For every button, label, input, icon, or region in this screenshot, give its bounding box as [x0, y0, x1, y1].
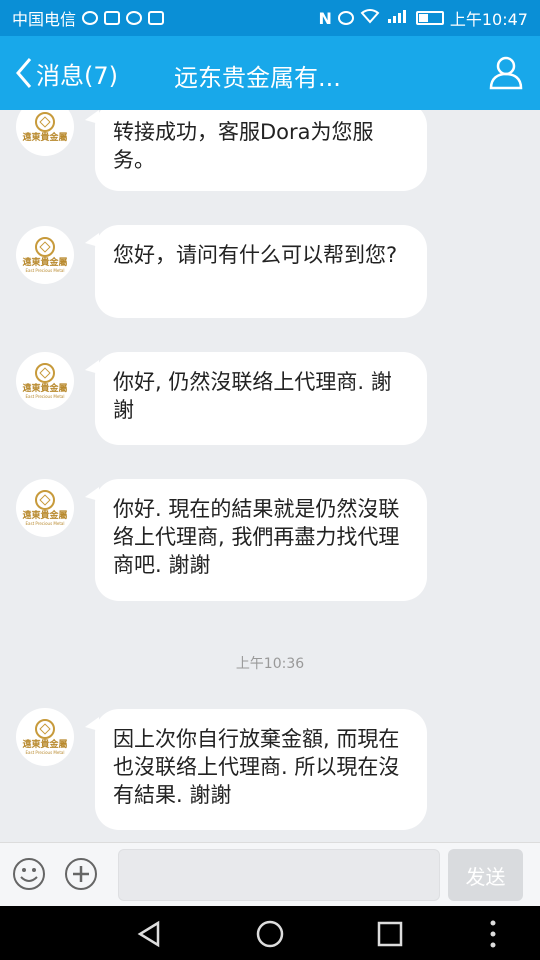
- avatar-logo-sub: East Precious Metal: [25, 394, 65, 399]
- message-timestamp: 上午10:36: [235, 656, 305, 672]
- notification-icon: [82, 11, 99, 25]
- chevron-left-icon: [16, 58, 32, 88]
- avatar-logo-text: 遠東貴金屬: [22, 384, 68, 394]
- avatar[interactable]: 遠東貴金屬 East Precious Metal: [16, 479, 74, 537]
- alarm-icon: [337, 11, 354, 25]
- message-notification-icon: [148, 11, 165, 25]
- send-button[interactable]: 发送: [448, 849, 523, 901]
- avatar-logo-sub: East Precious Metal: [25, 268, 65, 273]
- message-bubble[interactable]: 您好，请问有什么可以帮到您?: [85, 225, 427, 318]
- plus-icon[interactable]: [64, 857, 98, 891]
- back-nav-icon[interactable]: [134, 919, 164, 949]
- avatar[interactable]: 遠東貴金屬: [16, 110, 74, 156]
- message-text: 转接成功，客服Dora为您服务。: [113, 120, 374, 172]
- status-time: 上午10:47: [449, 10, 528, 29]
- company-logo-icon: [35, 363, 55, 383]
- message-input[interactable]: [118, 849, 440, 901]
- avatar-logo-text: 遠東貴金屬: [22, 132, 68, 143]
- recents-nav-icon[interactable]: [375, 919, 405, 949]
- avatar[interactable]: 遠東貴金屬 East Precious Metal: [16, 226, 74, 284]
- input-bar: 发送: [0, 842, 540, 906]
- emoji-icon[interactable]: [12, 857, 46, 891]
- wifi-icon: [360, 8, 380, 28]
- sync-icon: [126, 11, 143, 25]
- signal-icon: [386, 8, 410, 28]
- app-notification-icon: [104, 11, 121, 25]
- message-text: 你好. 現在的結果就是仍然沒联络上代理商, 我們再盡力找代理商吧. 謝謝: [113, 497, 400, 577]
- message-bubble[interactable]: 你好, 仍然沒联络上代理商. 謝謝: [85, 352, 427, 445]
- message-bubble[interactable]: 你好. 現在的結果就是仍然沒联络上代理商, 我們再盡力找代理商吧. 謝謝: [85, 479, 427, 601]
- status-bar: 中国电信 N 上午10:47: [0, 0, 540, 36]
- back-button-label: 消息(7): [36, 61, 118, 90]
- message-bubble[interactable]: 转接成功，客服Dora为您服务。: [85, 110, 427, 191]
- message-text: 因上次你自行放棄金額, 而現在也沒联络上代理商. 所以現在沒有結果. 謝謝: [113, 727, 400, 807]
- profile-icon[interactable]: [488, 54, 524, 90]
- chat-area[interactable]: 遠東貴金屬 转接成功，客服Dora为您服务。 遠東貴金屬 East Precio…: [0, 110, 540, 842]
- avatar-logo-sub: East Precious Metal: [25, 521, 65, 526]
- company-logo-icon: [35, 719, 55, 739]
- company-logo-icon: [35, 490, 55, 510]
- avatar-logo-text: 遠東貴金屬: [22, 740, 68, 750]
- message-text: 你好, 仍然沒联络上代理商. 謝謝: [113, 370, 392, 422]
- back-button[interactable]: 消息(7): [14, 56, 118, 91]
- page-title: 远东贵金属有...: [174, 64, 341, 92]
- message-bubble[interactable]: 因上次你自行放棄金額, 而現在也沒联络上代理商. 所以現在沒有結果. 謝謝: [85, 709, 427, 830]
- avatar-logo-sub: East Precious Metal: [25, 750, 65, 755]
- avatar-logo-text: 遠東貴金屬: [22, 511, 68, 521]
- title-bar: 消息(7) 远东贵金属有...: [0, 36, 540, 110]
- more-vertical-icon[interactable]: [483, 919, 503, 949]
- avatar[interactable]: 遠東貴金屬 East Precious Metal: [16, 708, 74, 766]
- home-nav-icon[interactable]: [255, 919, 285, 949]
- navigation-bar: [0, 906, 540, 960]
- company-logo-icon: [35, 237, 55, 257]
- avatar-logo-text: 遠東貴金屬: [22, 258, 68, 268]
- carrier-label: 中国电信: [12, 10, 77, 29]
- avatar[interactable]: 遠東貴金屬 East Precious Metal: [16, 352, 74, 410]
- battery-icon: [415, 11, 444, 25]
- nfc-icon: N: [318, 8, 332, 28]
- message-text: 您好，请问有什么可以帮到您?: [113, 243, 398, 267]
- company-logo-icon: [35, 111, 55, 132]
